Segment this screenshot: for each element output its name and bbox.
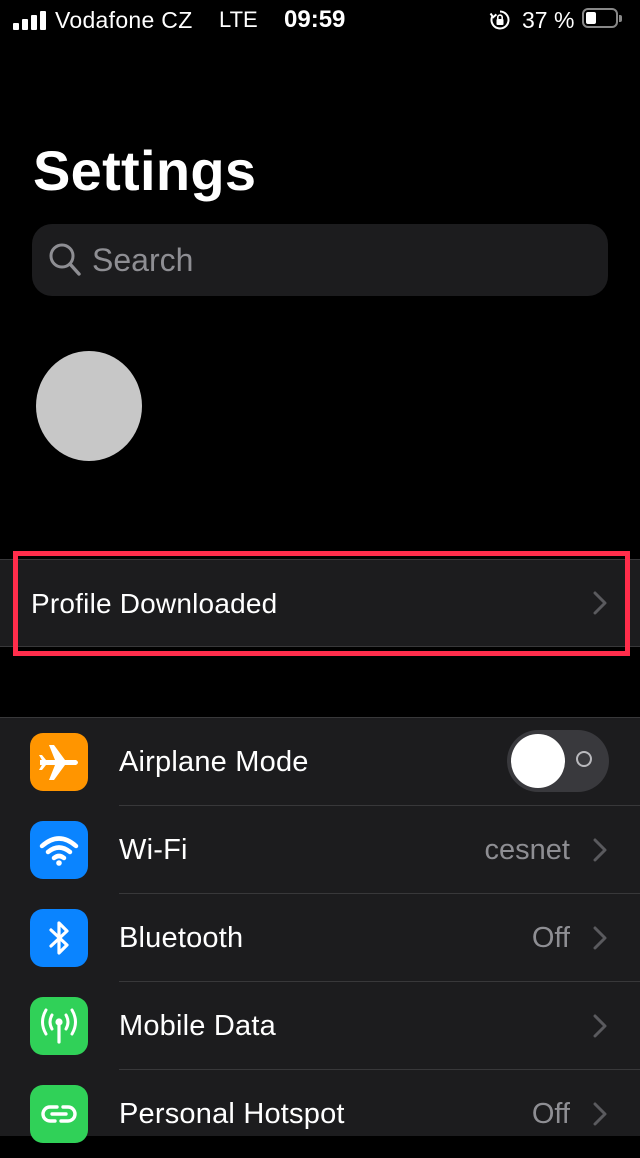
orientation-lock-icon [489, 10, 510, 30]
hotspot-icon [30, 1085, 88, 1143]
settings-row-label: Personal Hotspot [119, 1098, 345, 1130]
chevron-right-icon [593, 926, 607, 950]
status-time: 09:59 [284, 6, 346, 33]
settings-row-label: Airplane Mode [119, 746, 309, 778]
page-title: Settings [33, 139, 257, 202]
cellular-signal-icon [13, 10, 47, 30]
profile-downloaded-label: Profile Downloaded [31, 588, 278, 619]
battery-percentage: 37 % [522, 7, 575, 33]
settings-row-airplane-mode[interactable]: Airplane Mode [0, 718, 640, 806]
chevron-right-icon [593, 838, 607, 862]
settings-row-wifi[interactable]: Wi-Fi cesnet [0, 806, 640, 894]
chevron-right-icon [593, 1014, 607, 1038]
status-bar: Vodafone CZ LTE 09:59 37 % [0, 0, 640, 40]
profile-downloaded-row[interactable]: Profile Downloaded [0, 559, 640, 647]
antenna-icon [30, 997, 88, 1055]
search-bar[interactable] [32, 224, 608, 296]
airplane-icon [30, 733, 88, 791]
settings-list: Airplane Mode Wi-Fi cesnet Bluetooth Off… [0, 717, 640, 1143]
settings-row-label: Wi-Fi [119, 834, 188, 866]
battery-icon [582, 8, 622, 30]
chevron-right-icon [593, 1102, 607, 1126]
network-type: LTE [219, 7, 258, 32]
settings-row-value: Off [531, 1098, 570, 1130]
search-input[interactable] [92, 238, 592, 282]
search-icon [49, 243, 81, 276]
settings-row-personal-hotspot[interactable]: Personal Hotspot Off [0, 1070, 640, 1158]
toggle-knob [511, 734, 565, 788]
bluetooth-icon [30, 909, 88, 967]
settings-row-value: cesnet [484, 834, 570, 866]
settings-row-mobile-data[interactable]: Mobile Data [0, 982, 640, 1070]
carrier-name: Vodafone CZ [55, 7, 193, 33]
toggle-off-indicator [576, 751, 592, 767]
apple-id-avatar[interactable] [36, 351, 142, 461]
airplane-mode-toggle[interactable] [507, 730, 609, 792]
settings-row-label: Mobile Data [119, 1010, 276, 1042]
wifi-icon [30, 821, 88, 879]
settings-row-bluetooth[interactable]: Bluetooth Off [0, 894, 640, 982]
settings-row-value: Off [531, 922, 570, 954]
chevron-right-icon [593, 591, 607, 615]
settings-row-label: Bluetooth [119, 922, 244, 954]
